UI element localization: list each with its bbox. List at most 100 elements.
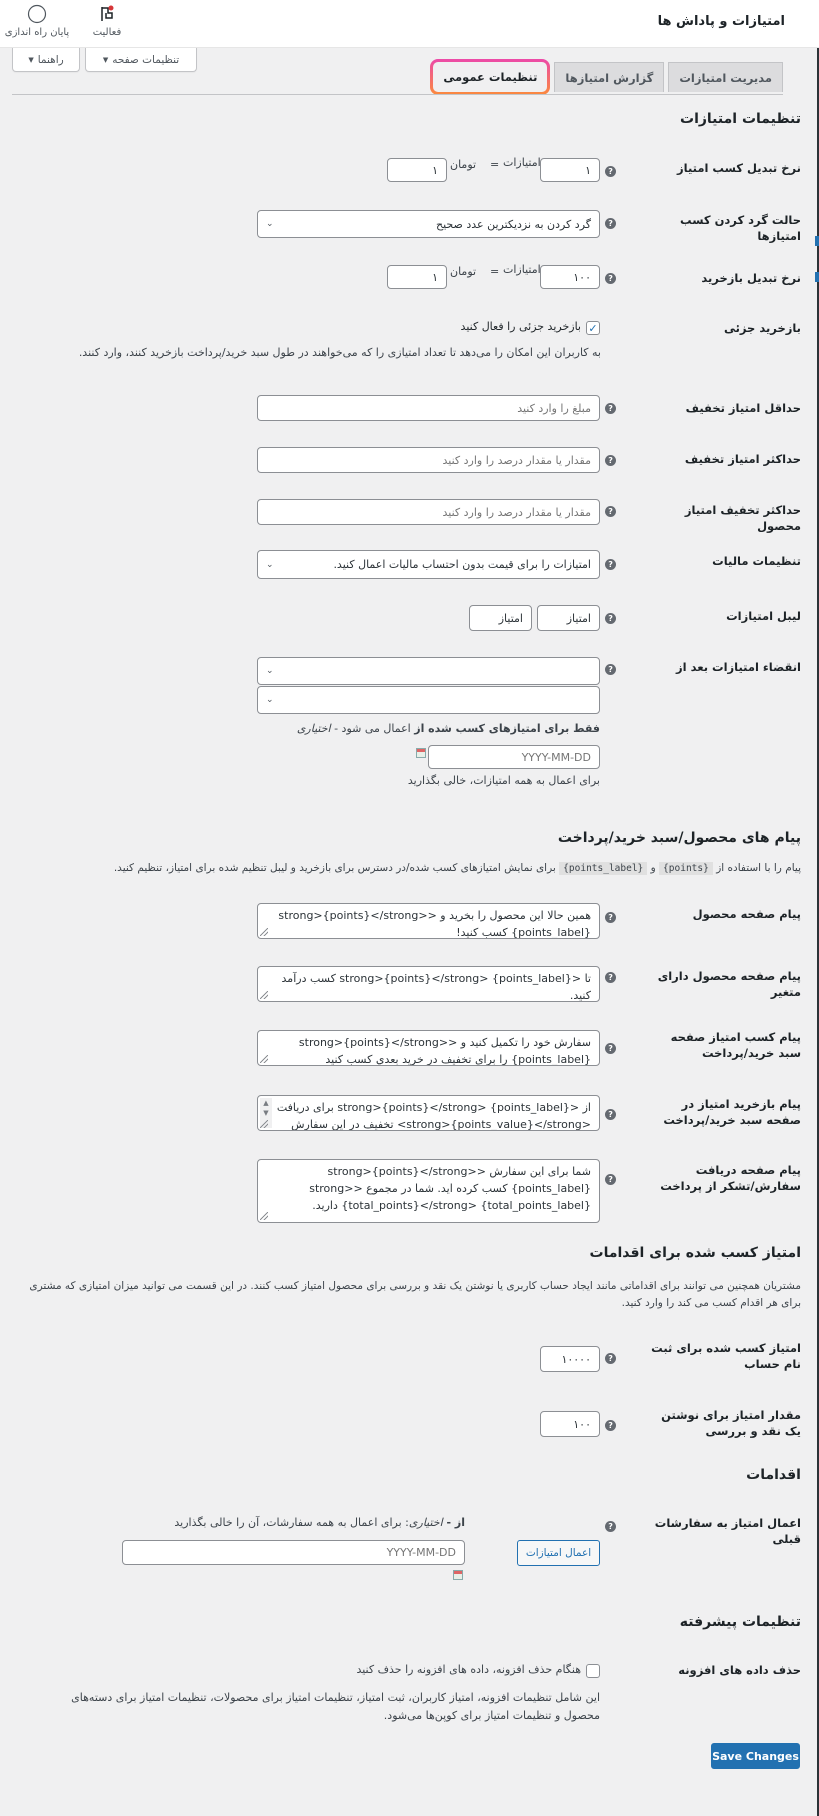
signup-points-input[interactable]: ۱۰۰۰۰ [540, 1346, 600, 1372]
max-product-discount-input[interactable] [257, 499, 600, 525]
apply-from-date-input[interactable] [122, 1540, 465, 1565]
expiry-note: فقط برای امتیازهای کسب شده از اعمال می ش… [297, 720, 600, 738]
cart-redeem-message-textarea[interactable]: از <strong>{points}</strong> {points_lab… [257, 1095, 600, 1131]
apply-note-bold: از - [442, 1516, 466, 1529]
finish-setup-label: پایان راه اندازی [4, 27, 70, 38]
variable-product-message-label: پیام صفحه محصول دارای متغیر [657, 969, 801, 999]
expiry-unit-select[interactable]: ⌄ [257, 686, 600, 714]
apply-note-optional: اختیاری [408, 1516, 443, 1529]
cart-earn-message-textarea[interactable]: سفارش خود را تکمیل کنید و <strong>{point… [257, 1030, 600, 1066]
product-page-message-textarea[interactable]: همین حالا این محصول را بخرید و <strong>{… [257, 903, 600, 939]
calendar-icon[interactable] [453, 1570, 463, 1580]
edge-marker [815, 236, 819, 246]
min-discount-input[interactable] [257, 395, 600, 421]
points-label-plural-input[interactable]: امتیاز [469, 605, 532, 631]
expiry-period-select[interactable]: ⌄ [257, 657, 600, 685]
section-title-advanced: تنظیمات پیشرفته [679, 1614, 801, 1630]
delete-data-description: این شامل تنظیمات افزونه، امتیاز کاربران،… [71, 1691, 600, 1722]
chevron-down-icon: ⌄ [266, 219, 274, 229]
cart-earn-message-value: سفارش خود را تکمیل کنید و <strong>{point… [298, 1036, 591, 1066]
section-title-messages: پیام های محصول/سبد خرید/پرداخت [557, 830, 801, 846]
help-icon[interactable]: ? [605, 664, 616, 675]
resize-handle-icon[interactable] [260, 1212, 268, 1220]
tab-manage-points[interactable]: مدیریت امتیازات [668, 62, 783, 92]
redeem-points-input[interactable]: ۱۰۰ [540, 265, 600, 289]
thank-you-message-textarea[interactable]: شما برای این سفارش <strong>{points}</str… [257, 1159, 600, 1223]
product-page-message-label: پیام صفحه محصول [692, 907, 801, 921]
activity-button[interactable]: فعالیت [72, 4, 142, 38]
caret-down-icon: ▼ [102, 55, 109, 64]
messages-desc-pre: پیام را با استفاده از [716, 862, 801, 874]
expiry-hint: برای اعمال به همه امتیازات، خالی بگذارید [407, 774, 600, 787]
help-icon[interactable]: ? [605, 1420, 616, 1431]
tab-points-report[interactable]: گزارش امتیازها [554, 62, 665, 92]
help-icon[interactable]: ? [605, 403, 616, 414]
variable-product-message-value: تا <strong>{points}</strong> {points_lab… [281, 972, 591, 1002]
thank-you-message-value: شما برای این سفارش <strong>{points}</str… [309, 1165, 591, 1213]
flag-icon [72, 4, 142, 24]
chevron-down-icon: ⌄ [266, 559, 274, 570]
earn-currency-input[interactable]: ۱ [387, 158, 447, 182]
help-icon[interactable]: ? [605, 506, 616, 517]
help-icon[interactable]: ? [605, 1521, 616, 1532]
thank-you-message-label: پیام صفحه دریافت سفارش/تشکر از پرداخت [660, 1163, 801, 1193]
resize-handle-icon[interactable] [260, 1055, 268, 1063]
save-changes-button[interactable]: Save Changes [711, 1743, 800, 1769]
messages-desc-and: و [650, 862, 656, 874]
help-icon[interactable]: ? [605, 1109, 616, 1120]
help-icon[interactable]: ? [605, 218, 616, 229]
equals-sign: = [490, 158, 500, 171]
delete-data-label: حذف داده های افزونه [678, 1663, 801, 1677]
actions-points-description: مشتریان همچنین می توانند برای اقداماتی م… [29, 1280, 801, 1309]
currency-unit: تومان [450, 158, 477, 171]
points-label-singular-input[interactable]: امتیاز [537, 605, 600, 631]
tab-bar: مدیریت امتیازات گزارش امتیازها تنظیمات ع… [430, 62, 783, 95]
activity-label: فعالیت [92, 27, 122, 38]
help-icon[interactable]: ? [605, 613, 616, 624]
tax-settings-value: امتیازات را برای قیمت بدون احتساب مالیات… [333, 558, 591, 571]
rounding-mode-select[interactable]: گرد کردن به نزدیکترین عدد صحیح ⌄ [257, 210, 600, 238]
resize-handle-icon[interactable] [260, 1120, 268, 1128]
help-icon[interactable]: ? [605, 166, 616, 177]
calendar-icon[interactable] [416, 748, 426, 758]
delete-data-checkbox[interactable] [586, 1664, 600, 1678]
expiry-note-bold-only: فقط [573, 722, 600, 735]
help-icon[interactable]: ? [605, 1353, 616, 1364]
screen-options-label: تنظیمات صفحه [112, 53, 180, 66]
help-icon[interactable]: ? [605, 559, 616, 570]
variable-product-message-textarea[interactable]: تا <strong>{points}</strong> {points_lab… [257, 966, 600, 1002]
top-bar: امتیازات و پاداش ها فعالیت پایان راه اند… [0, 0, 819, 48]
partial-redemption-checkbox-label: بازخرید جزئی را فعال کنید [460, 320, 581, 333]
help-button[interactable]: راهنما ▼ [12, 48, 80, 72]
earn-points-input[interactable]: ۱ [540, 158, 600, 182]
help-icon[interactable]: ? [605, 273, 616, 284]
review-points-input[interactable]: ۱۰۰ [540, 1411, 600, 1437]
apply-previous-orders-label: اعمال امتیاز به سفارشات قبلی [654, 1516, 801, 1546]
redeem-currency-input[interactable]: ۱ [387, 265, 447, 289]
apply-points-button[interactable]: اعمال امتیازات [517, 1540, 600, 1566]
help-icon[interactable]: ? [605, 455, 616, 466]
max-discount-input[interactable] [257, 447, 600, 473]
points-expiry-label: انقضاء امتیازات بعد از [676, 660, 801, 674]
review-points-label: مقدار امتیاز برای نوشتن یک نقد و بررسی [661, 1408, 801, 1438]
expiry-note-optional: اختیاری [296, 722, 331, 735]
caret-down-icon: ▼ [28, 55, 34, 64]
section-title-actions: اقدامات [746, 1467, 801, 1483]
resize-handle-icon[interactable] [260, 991, 268, 999]
screen-options-button[interactable]: تنظیمات صفحه ▼ [85, 48, 197, 72]
finish-setup-button[interactable]: پایان راه اندازی [2, 4, 72, 38]
tax-settings-select[interactable]: امتیازات را برای قیمت بدون احتساب مالیات… [257, 550, 600, 579]
tab-general-settings[interactable]: تنظیمات عمومی [430, 59, 550, 95]
partial-redemption-description: به کاربران این امکان را می‌دهد تا تعداد … [78, 346, 601, 359]
help-icon[interactable]: ? [605, 1174, 616, 1185]
partial-redemption-checkbox[interactable]: ✓ [586, 321, 600, 335]
help-icon[interactable]: ? [605, 912, 616, 923]
equals-sign: = [490, 265, 500, 278]
tax-settings-label: تنظیمات مالیات [712, 554, 801, 568]
help-icon[interactable]: ? [605, 972, 616, 983]
points-tag: {points} [659, 862, 713, 875]
expiry-date-input[interactable] [428, 745, 600, 769]
cart-redeem-message-value: از <strong>{points}</strong> {points_lab… [276, 1101, 591, 1131]
help-icon[interactable]: ? [605, 1043, 616, 1054]
resize-handle-icon[interactable] [260, 928, 268, 936]
